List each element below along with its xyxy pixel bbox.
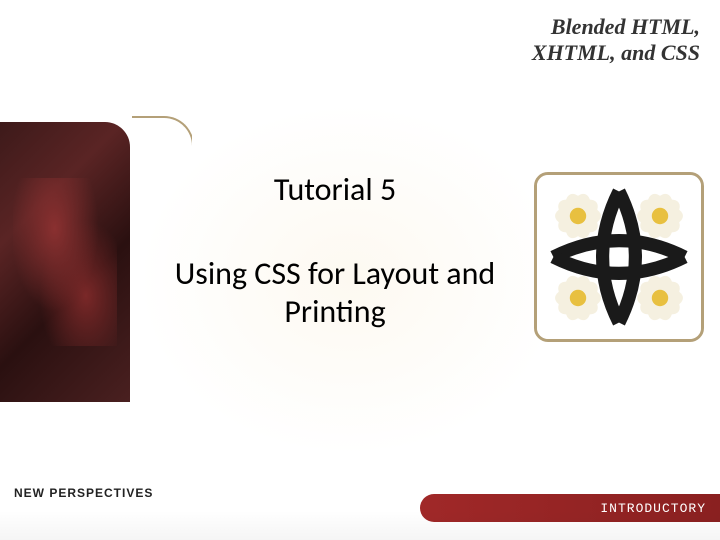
- curve-accent-decoration: [132, 116, 192, 176]
- series-label: NEW PERSPECTIVES: [14, 486, 153, 500]
- book-title: Blended HTML, XHTML, and CSS: [532, 14, 700, 67]
- tutorial-title: Using CSS for Layout and Printing: [165, 255, 505, 332]
- decorative-flower-image-dark: [0, 122, 130, 402]
- level-badge: INTRODUCTORY: [420, 494, 720, 522]
- book-title-line1: Blended HTML,: [551, 14, 700, 39]
- level-label: INTRODUCTORY: [600, 501, 706, 516]
- tutorial-number: Tutorial 5: [165, 170, 505, 209]
- book-title-line2: XHTML, and CSS: [532, 40, 700, 65]
- decorative-flower-image-light: [534, 172, 704, 342]
